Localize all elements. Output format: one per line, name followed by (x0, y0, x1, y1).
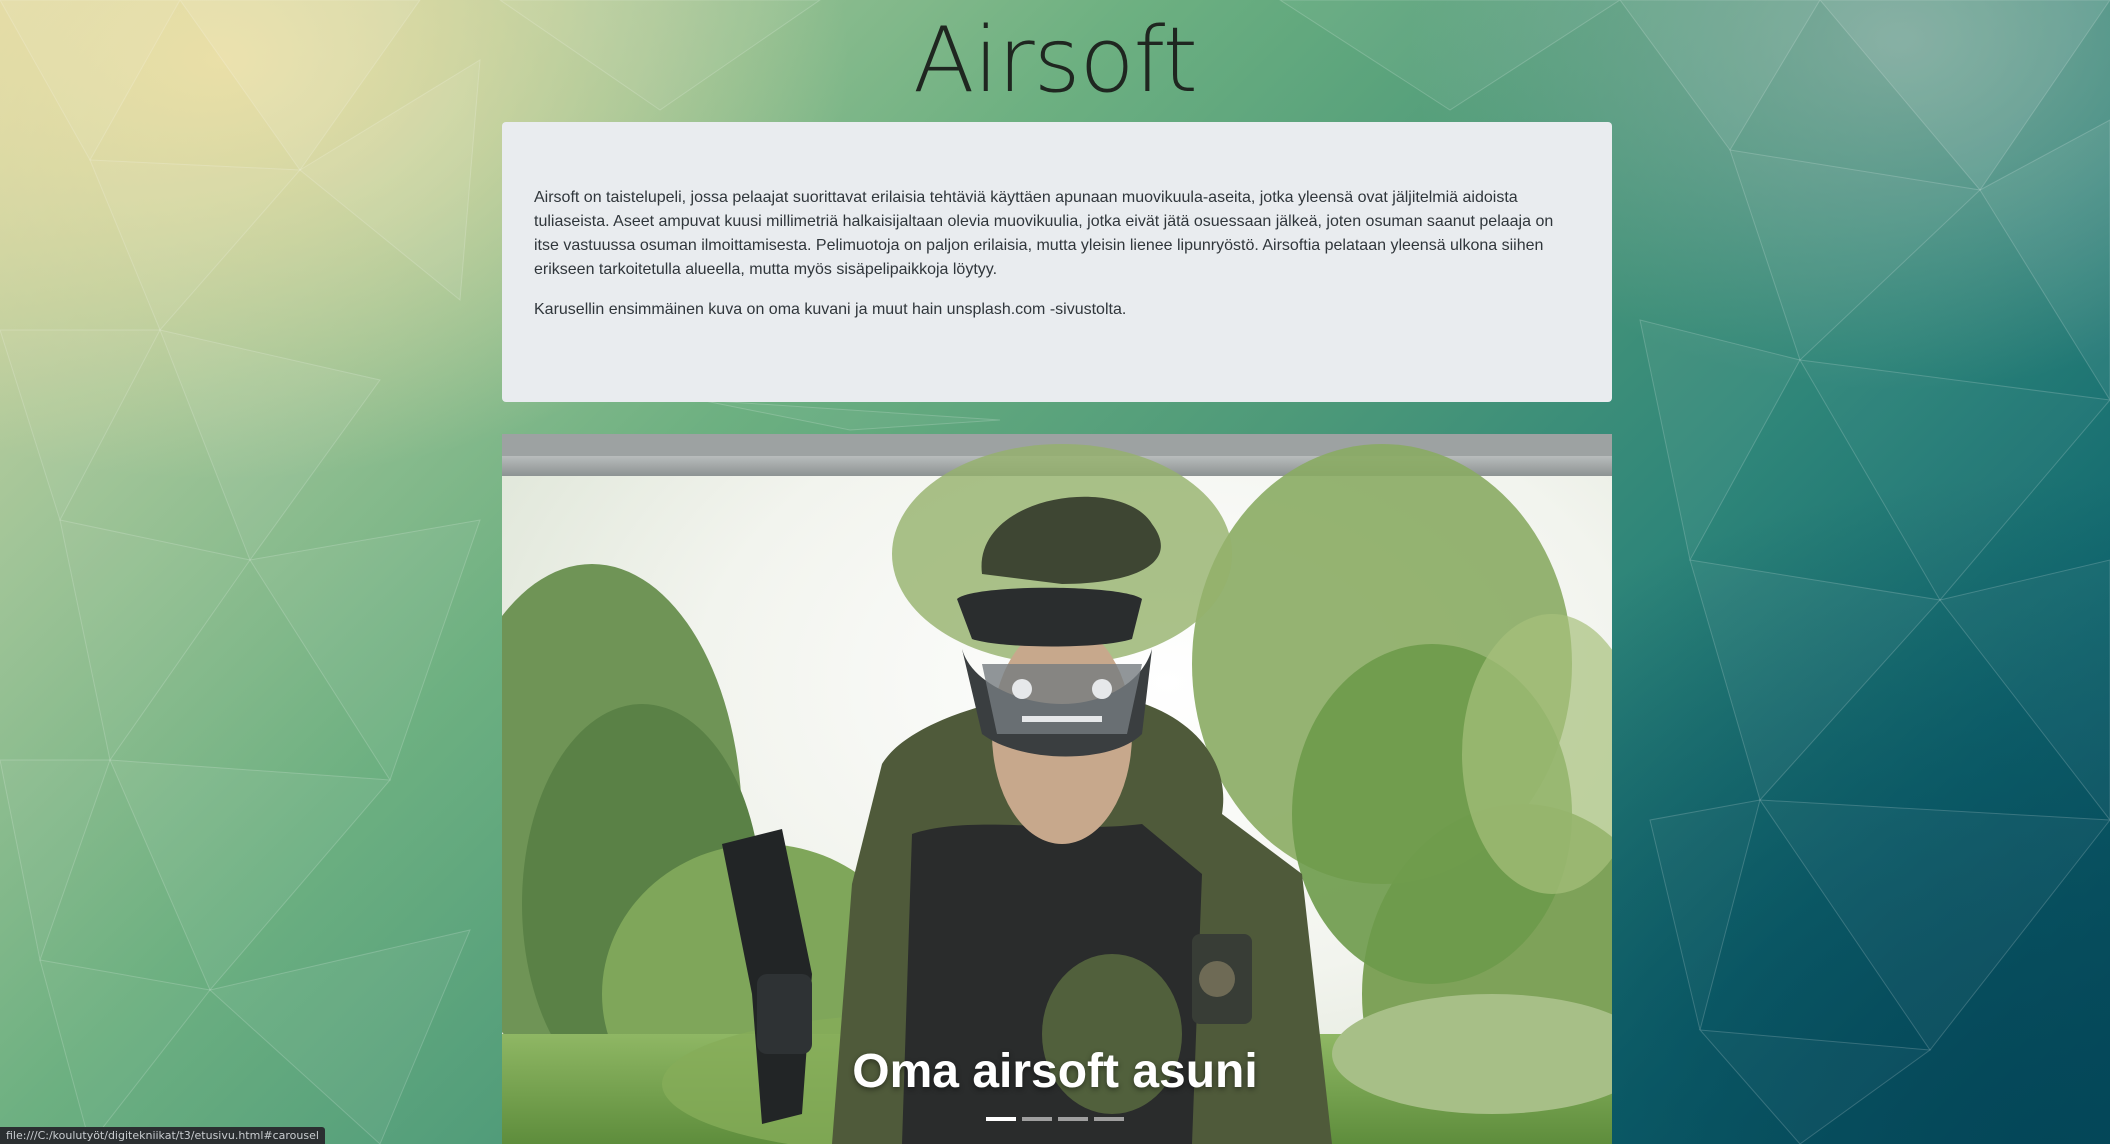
carousel-indicator-3[interactable] (1058, 1117, 1088, 1121)
page-title: Airsoft (913, 8, 1198, 113)
intro-card: Airsoft on taistelupeli, jossa pelaajat … (502, 122, 1612, 402)
carousel-indicators (0, 1117, 2110, 1121)
carousel-caption: Oma airsoft asuni (852, 1045, 1258, 1098)
image-credit-paragraph: Karusellin ensimmäinen kuva on oma kuvan… (534, 301, 1127, 318)
carousel-indicator-4[interactable] (1094, 1117, 1124, 1121)
carousel-indicator-2[interactable] (1022, 1117, 1052, 1121)
intro-paragraph: Airsoft on taistelupeli, jossa pelaajat … (534, 189, 1554, 278)
carousel-indicator-1[interactable] (986, 1117, 1016, 1121)
status-bar-url: file:///C:/koulutyöt/digitekniikat/t3/et… (0, 1127, 325, 1144)
